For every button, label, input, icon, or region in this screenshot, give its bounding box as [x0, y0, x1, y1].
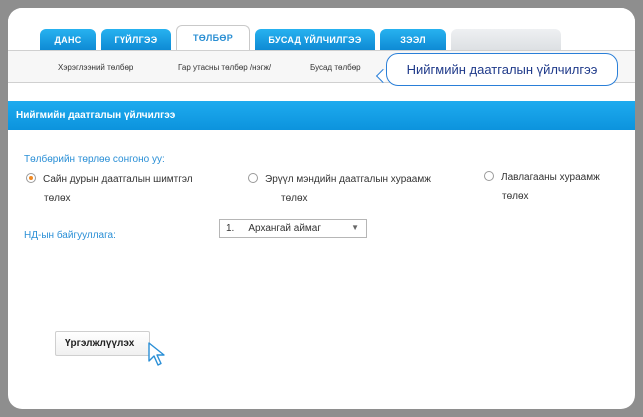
- social-insurance-callout[interactable]: Нийгмийн даатгалын үйлчилгээ: [386, 53, 618, 86]
- payment-type-question: Төлбөрийн төрлөө сонгоно уу:: [24, 154, 165, 165]
- option-label: Лавлагааны хураамж: [501, 172, 600, 183]
- app-window: ДАНС ГҮЙЛГЭЭ ТӨЛБӨР БУСАД ҮЙЛЧИЛГЭЭ ЗЭЭЛ…: [8, 8, 635, 409]
- option-voluntary-insurance[interactable]: Сайн дурын даатгалын шимтгэл төлөх: [26, 170, 193, 208]
- radio-icon[interactable]: [248, 173, 258, 183]
- branch-select[interactable]: 1. Архангай аймаг ▼: [219, 219, 367, 238]
- branch-number: 1.: [226, 223, 235, 234]
- tab-loan[interactable]: ЗЭЭЛ: [380, 29, 446, 50]
- chevron-down-icon[interactable]: ▼: [351, 223, 359, 232]
- tab-transactions[interactable]: ГҮЙЛГЭЭ: [101, 29, 171, 50]
- option-label: Эрүүл мэндийн даатгалын хураамж: [265, 174, 431, 185]
- option-label-line2: төлөх: [44, 193, 71, 204]
- option-reference-fee[interactable]: Лавлагааны хураамж төлөх: [484, 168, 600, 206]
- radio-icon[interactable]: [484, 171, 494, 181]
- branch-label: НД-ын байгууллага:: [24, 230, 116, 241]
- branch-value: Архангай аймаг: [248, 223, 322, 234]
- option-label-line2: төлөх: [502, 191, 529, 202]
- tab-placeholder: [451, 29, 561, 50]
- option-label: Сайн дурын даатгалын шимтгэл: [43, 174, 193, 185]
- radio-checked-icon[interactable]: [26, 173, 36, 183]
- subnav-utility-payment[interactable]: Хэрэглээний төлбөр: [58, 63, 133, 72]
- continue-button[interactable]: Үргэлжлүүлэх: [55, 331, 150, 356]
- option-label-line2: төлөх: [281, 193, 308, 204]
- mouse-pointer-icon: [148, 342, 165, 366]
- tab-payment[interactable]: ТӨЛБӨР: [176, 25, 250, 50]
- subnav-mobile-payment[interactable]: Гар утасны төлбөр /нэгж/: [178, 63, 271, 72]
- subnav-other-payment[interactable]: Бусад төлбөр: [310, 63, 361, 72]
- option-health-insurance[interactable]: Эрүүл мэндийн даатгалын хураамж төлөх: [248, 170, 431, 208]
- main-tab-bar: ДАНС ГҮЙЛГЭЭ ТӨЛБӨР БУСАД ҮЙЛЧИЛГЭЭ ЗЭЭЛ: [8, 8, 635, 50]
- tab-account[interactable]: ДАНС: [40, 29, 96, 50]
- section-title: Нийгмийн даатгалын үйлчилгээ: [8, 101, 635, 130]
- tab-other-services[interactable]: БУСАД ҮЙЛЧИЛГЭЭ: [255, 29, 375, 50]
